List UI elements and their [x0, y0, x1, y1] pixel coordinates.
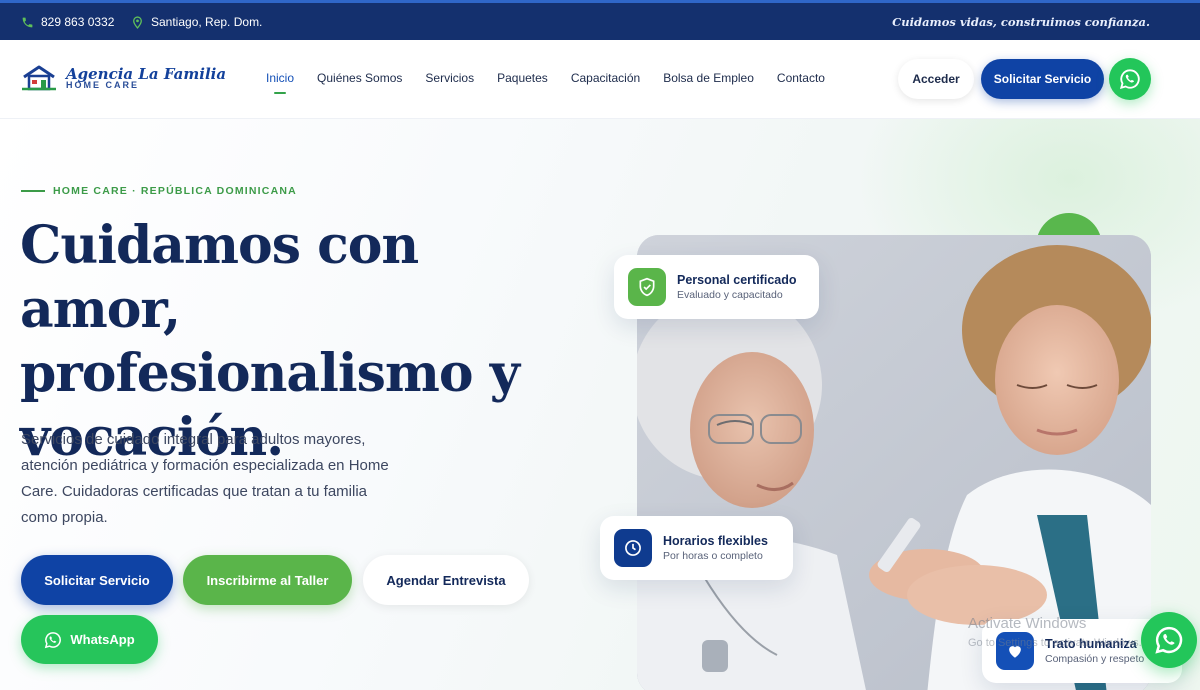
phone-icon — [22, 17, 33, 27]
location-contact: Santiago, Rep. Dom. — [131, 15, 262, 29]
nav-item-quienes-somos[interactable]: Quiénes Somos — [317, 71, 402, 85]
schedule-interview-button[interactable]: Agendar Entrevista — [363, 555, 529, 605]
flexible-hours-card: Horarios flexibles Por horas o completo — [600, 516, 793, 580]
hero-eyebrow: HOME CARE · REPÚBLICA DOMINICANA — [21, 185, 297, 197]
hero-section: HOME CARE · REPÚBLICA DOMINICANA Cuidamo… — [0, 119, 1200, 690]
shield-check-icon — [628, 268, 666, 306]
hero-description: Servicios de cuidado integral para adult… — [21, 431, 389, 526]
nav-item-bolsa-de-empleo[interactable]: Bolsa de Empleo — [663, 71, 754, 85]
tagline: Cuidamos vidas, construimos confianza. — [892, 15, 1150, 29]
enroll-workshop-button[interactable]: Inscribirme al Taller — [183, 555, 352, 605]
brand-logo[interactable]: Agencia La Familia HOME CARE — [22, 65, 226, 91]
humane-card-subtitle: Compasión y respeto — [1045, 653, 1145, 665]
eyebrow-text: HOME CARE · REPÚBLICA DOMINICANA — [53, 185, 297, 197]
activate-windows-watermark: Activate Windows — [968, 615, 1087, 632]
nav-item-paquetes[interactable]: Paquetes — [497, 71, 548, 85]
whatsapp-button-label: WhatsApp — [70, 632, 135, 647]
whatsapp-nav-button[interactable] — [1109, 58, 1151, 100]
certified-card-subtitle: Evaluado y capacitado — [677, 289, 783, 301]
certified-card-title: Personal certificado — [677, 273, 797, 287]
phone-number: 829 863 0332 — [41, 15, 115, 29]
whatsapp-floating-button[interactable] — [1141, 612, 1197, 668]
whatsapp-icon — [1119, 69, 1140, 90]
eyebrow-line — [21, 190, 45, 192]
nav-menu: Inicio Quiénes Somos Servicios Paquetes … — [266, 71, 825, 94]
activate-windows-subtext: Go to Settings to activate Windows. — [968, 637, 1142, 649]
hours-card-subtitle: Por horas o completo — [663, 550, 763, 562]
request-service-nav-button[interactable]: Solicitar Servicio — [981, 59, 1104, 99]
login-button[interactable]: Acceder — [898, 59, 974, 99]
nav-item-capacitacion[interactable]: Capacitación — [571, 71, 640, 85]
location-pin-icon — [133, 15, 142, 29]
location-text: Santiago, Rep. Dom. — [151, 15, 263, 29]
nav-item-servicios[interactable]: Servicios — [425, 71, 474, 85]
clock-icon — [614, 529, 652, 567]
whatsapp-button[interactable]: WhatsApp — [21, 615, 158, 664]
house-logo-icon — [22, 65, 56, 91]
whatsapp-icon — [1155, 626, 1183, 654]
nav-item-inicio[interactable]: Inicio — [266, 71, 294, 94]
nav-item-contacto[interactable]: Contacto — [777, 71, 825, 85]
certified-staff-card: Personal certificado Evaluado y capacita… — [614, 255, 819, 319]
hero-title-line2: profesionalismo y — [20, 343, 520, 404]
whatsapp-icon — [45, 631, 62, 648]
top-contact-bar: 829 863 0332 Santiago, Rep. Dom. Cuidamo… — [0, 0, 1200, 40]
phone-contact[interactable]: 829 863 0332 — [21, 15, 114, 29]
request-service-button[interactable]: Solicitar Servicio — [21, 555, 173, 605]
hours-card-title: Horarios flexibles — [663, 534, 768, 548]
hero-title-line1: Cuidamos con amor, — [20, 215, 419, 340]
